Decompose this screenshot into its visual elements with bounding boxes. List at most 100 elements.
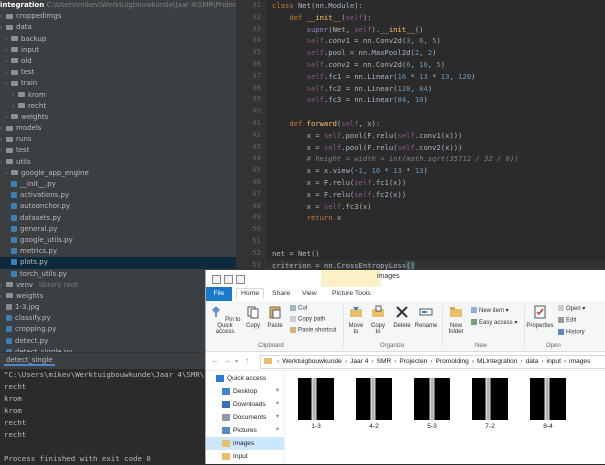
tree-item[interactable]: › old	[0, 56, 236, 67]
tab-view[interactable]: View	[302, 290, 317, 297]
breadcrumb-segment[interactable]: Projecten	[399, 358, 427, 365]
code-line[interactable]: x = self.pool(F.relu(self.conv2(x)))	[266, 142, 605, 154]
code-line[interactable]: return x	[266, 212, 605, 224]
breadcrumb-segment[interactable]: Promolding	[435, 358, 468, 365]
paste-button[interactable]: Paste	[264, 305, 286, 329]
open-button[interactable]: Open ▾	[558, 305, 585, 312]
breadcrumb-chevron-icon[interactable]: ›	[371, 358, 373, 365]
copy-path-button[interactable]: Copy path	[290, 316, 325, 323]
address-breadcrumb[interactable]: › Werktuigbouwkunde › Jaar 4 › SMR › Projecten ›…	[260, 355, 605, 369]
code-line[interactable]: x = F.relu(self.fc1(x))	[266, 177, 605, 189]
paste-shortcut-button[interactable]: Paste shortcut	[290, 327, 336, 334]
move-to-button[interactable]: Move to	[346, 305, 366, 335]
code-line[interactable]	[266, 236, 605, 248]
edit-button[interactable]: Edit	[558, 317, 576, 324]
tree-item[interactable]: plots.py	[0, 257, 236, 269]
new-folder-quick-icon[interactable]	[236, 275, 245, 284]
nav-item[interactable]: Desktop ✦	[206, 385, 284, 398]
up-arrow-icon[interactable]: ↑	[245, 356, 249, 365]
tab-share[interactable]: Share	[272, 290, 290, 297]
tree-item[interactable]: › data	[0, 22, 236, 33]
image-thumbnail[interactable]: 4-2	[354, 378, 394, 430]
breadcrumb-segment[interactable]: Werktuigbouwkunde	[282, 358, 342, 365]
breadcrumb-chevron-icon[interactable]: ›	[564, 358, 566, 365]
properties-button[interactable]: Properties	[524, 305, 556, 329]
tree-item[interactable]: autoanchor.py	[0, 201, 236, 212]
nav-item[interactable]: Input	[206, 450, 284, 463]
tab-manage[interactable]: Picture Tools	[332, 290, 371, 297]
tab-file[interactable]: File	[206, 287, 232, 301]
tree-item[interactable]: › weights	[0, 291, 236, 302]
code-line[interactable]: self.conv1 = nn.Conv2d(3, 6, 5)	[266, 35, 605, 47]
tree-item[interactable]: › recht	[0, 101, 236, 112]
code-line[interactable]: x = self.fc3(x)	[266, 201, 605, 213]
breadcrumb-segment[interactable]: input	[547, 358, 561, 365]
easy-access-button[interactable]: Easy access ▾	[471, 319, 517, 326]
code-line[interactable]: class Net(nn.Module):	[266, 0, 605, 12]
tree-item[interactable]: general.py	[0, 224, 236, 235]
image-thumbnail[interactable]: 8-4	[528, 378, 568, 430]
nav-item[interactable]: Documents ✦	[206, 411, 284, 424]
tab-home[interactable]: Home	[236, 288, 265, 299]
tree-item[interactable]: torch_utils.py	[0, 269, 236, 280]
tree-item[interactable]: › runs	[0, 134, 236, 145]
code-line[interactable]: def __init__(self):	[266, 12, 605, 24]
copy-to-button[interactable]: Copy to	[368, 305, 388, 335]
tree-item[interactable]: cropping.py	[0, 324, 236, 335]
code-line[interactable]: x = x.view(-1, 16 * 13 * 13)	[266, 165, 605, 177]
code-line[interactable]: self.fc3 = nn.Linear(84, 10)	[266, 94, 605, 106]
nav-item[interactable]: Pictures ✦	[206, 424, 284, 437]
tree-item[interactable]: › krom	[0, 90, 236, 101]
code-line[interactable]: # height = width = int(math.sqrt(35712 /…	[266, 153, 605, 165]
breadcrumb-segment[interactable]: SMR	[377, 358, 392, 365]
breadcrumb-chevron-icon[interactable]: ›	[520, 358, 522, 365]
tree-item[interactable]: › utils	[0, 157, 236, 168]
tree-item[interactable]: › test	[0, 67, 236, 78]
code-line[interactable]: self.fc2 = nn.Linear(120, 84)	[266, 83, 605, 95]
code-line[interactable]	[266, 106, 605, 118]
tree-item[interactable]: › test	[0, 145, 236, 156]
tree-item[interactable]: › weights	[0, 112, 236, 123]
breadcrumb-segment[interactable]: Jaar 4	[350, 358, 368, 365]
image-thumbnail[interactable]: 1-3	[296, 378, 336, 430]
pin-quick-access-button[interactable]: Pin to Quick access	[208, 305, 242, 335]
breadcrumb-chevron-icon[interactable]: ›	[394, 358, 396, 365]
project-root[interactable]: integration C:\Users\mikev\Werktuigbouwk…	[0, 0, 236, 11]
tree-item[interactable]: › google_app_engine	[0, 168, 236, 179]
code-line[interactable]	[266, 224, 605, 236]
nav-item[interactable]: images	[206, 437, 284, 450]
code-editor[interactable]: class Net(nn.Module): def __init__(self)…	[266, 0, 605, 281]
tree-item[interactable]: › models	[0, 123, 236, 134]
tree-item[interactable]: classify.py	[0, 313, 236, 324]
properties-quick-icon[interactable]	[224, 275, 233, 284]
back-arrow-icon[interactable]: ←	[211, 356, 219, 365]
new-folder-button[interactable]: New folder	[444, 305, 468, 335]
history-button[interactable]: History	[558, 329, 585, 336]
breadcrumb-chevron-icon[interactable]: ›	[345, 358, 347, 365]
nav-item[interactable]: Quick access	[206, 372, 284, 385]
breadcrumb-segment[interactable]: images	[569, 358, 590, 365]
tree-item[interactable]: › backup	[0, 34, 236, 45]
tree-item[interactable]: metrics.py	[0, 246, 236, 257]
breadcrumb-segment[interactable]: data	[526, 358, 539, 365]
breadcrumb-chevron-icon[interactable]: ›	[541, 358, 543, 365]
breadcrumb-chevron-icon[interactable]: ›	[472, 358, 474, 365]
tree-item[interactable]: __init__.py	[0, 179, 236, 190]
tree-item[interactable]: › croppedimgs	[0, 11, 236, 22]
new-item-button[interactable]: New item ▾	[471, 307, 509, 314]
image-thumbnail[interactable]: 5-3	[412, 378, 452, 430]
nav-item[interactable]: Downloads ✦	[206, 398, 284, 411]
rename-button[interactable]: Rename	[414, 305, 438, 329]
delete-button[interactable]: Delete	[392, 305, 412, 329]
image-thumbnail[interactable]: 7-2	[470, 378, 510, 430]
code-line[interactable]: x = F.relu(self.fc2(x))	[266, 189, 605, 201]
tree-item[interactable]: › input	[0, 45, 236, 56]
tree-item[interactable]: 1-3.jpg	[0, 302, 236, 313]
recent-chevron-icon[interactable]: ▾	[235, 358, 238, 365]
tree-item[interactable]: google_utils.py	[0, 235, 236, 246]
code-line[interactable]: def forward(self, x):	[266, 118, 605, 130]
copy-button[interactable]: Copy	[244, 305, 262, 329]
tree-item[interactable]: detect.py	[0, 336, 236, 347]
run-tab-detect-single[interactable]: detect_single	[4, 356, 55, 366]
code-line[interactable]: x = self.pool(F.relu(self.conv1(x)))	[266, 130, 605, 142]
